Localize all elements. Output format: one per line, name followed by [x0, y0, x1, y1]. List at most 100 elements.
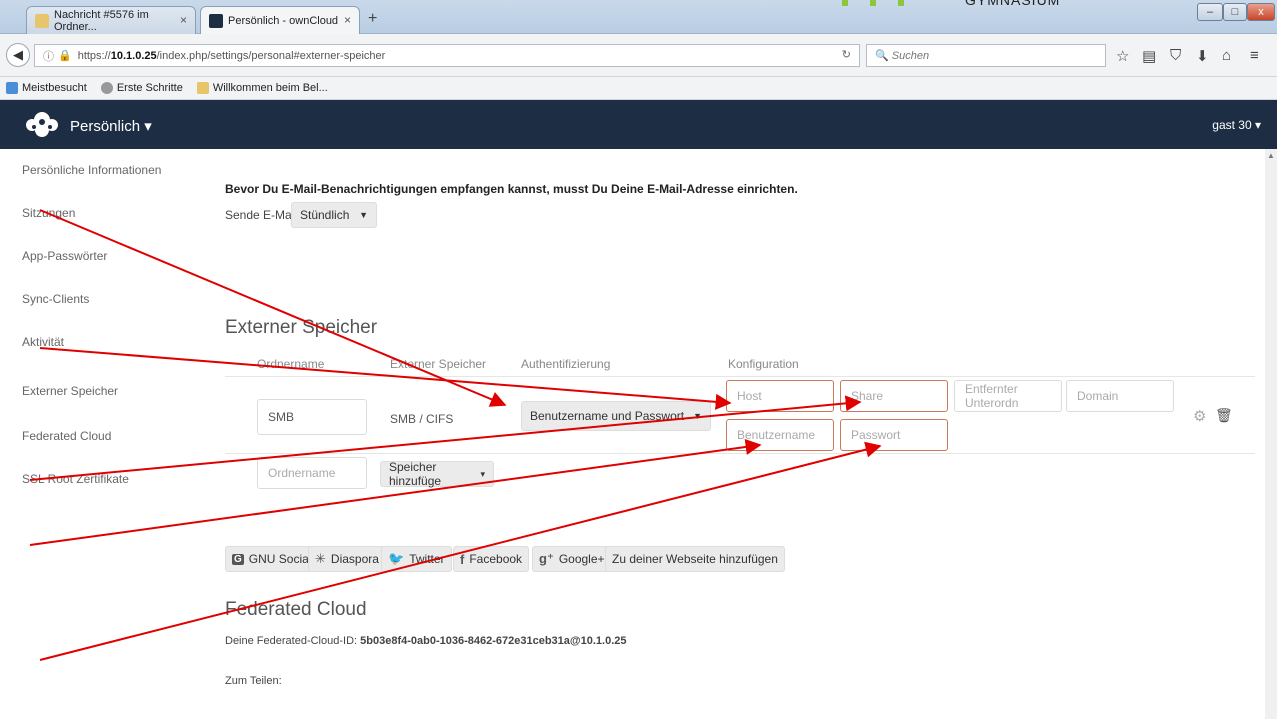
home-icon[interactable]: ⌂ — [1222, 47, 1231, 64]
table-divider — [225, 376, 1255, 377]
send-emails-select[interactable]: Stündlich ▼ — [291, 202, 377, 228]
sidebar-item-external-storage[interactable]: Externer Speicher — [22, 384, 118, 398]
sidebar-item-app-passwords[interactable]: App-Passwörter — [22, 249, 107, 263]
sidebar-item-sync-clients[interactable]: Sync-Clients — [22, 292, 89, 306]
maximize-button[interactable]: □ — [1223, 3, 1247, 21]
domain-input[interactable]: Domain — [1066, 380, 1174, 412]
dropdown-arrow-icon: ▾ — [480, 468, 485, 479]
storage-type-value: SMB / CIFS — [390, 412, 454, 426]
delete-trash-icon[interactable]: 🗑 — [1215, 407, 1233, 424]
sidebar-item-activity[interactable]: Aktivität — [22, 335, 64, 349]
gnu-social-icon: G — [232, 553, 244, 565]
reload-icon[interactable]: ↻ — [842, 48, 851, 61]
browser-tab-mail[interactable]: Nachricht #5576 im Ordner... × — [26, 6, 196, 34]
info-icon[interactable]: ⓘ — [43, 48, 54, 64]
menu-icon[interactable]: ≡ — [1250, 47, 1259, 64]
facebook-icon: f — [460, 551, 465, 567]
federated-id-label: Deine Federated-Cloud-ID: — [225, 635, 358, 647]
branding-text: GYMNASIUM — [965, 0, 1061, 8]
user-name: gast 30 — [1212, 118, 1252, 132]
twitter-icon: 🐦 — [388, 551, 405, 566]
tab-label: Nachricht #5576 im Ordner... — [54, 8, 149, 33]
table-divider — [225, 453, 1255, 454]
url-host: 10.1.0.25 — [110, 49, 157, 62]
bookmark-item[interactable]: Meistbesucht — [6, 82, 87, 94]
settings-gear-icon[interactable]: ⚙ — [1193, 407, 1206, 425]
password-input[interactable]: Passwort — [840, 419, 948, 451]
add-to-website-button[interactable]: Zu deiner Webseite hinzufügen — [605, 546, 785, 572]
settings-content: Bevor Du E-Mail-Benachrichtigungen empfa… — [203, 149, 1265, 719]
dropdown-arrow-icon: ▼ — [693, 411, 702, 421]
new-folder-name-input[interactable]: Ordnername — [257, 457, 367, 489]
user-menu-button[interactable]: gast 30 ▾ — [1212, 118, 1261, 132]
column-header-auth[interactable]: Authentifizierung — [521, 357, 610, 371]
username-input[interactable]: Benutzername — [726, 419, 834, 451]
share-label: Zum Teilen: — [225, 675, 282, 687]
column-header-storage[interactable]: Externer Speicher — [390, 357, 486, 371]
share-google-plus-button[interactable]: g⁺ Google+ — [532, 546, 612, 572]
bookmark-icon — [196, 82, 209, 94]
folder-name-input[interactable]: SMB — [257, 399, 367, 435]
reading-list-icon[interactable]: ▤ — [1142, 47, 1156, 65]
google-plus-icon: g⁺ — [539, 551, 554, 566]
page-scrollbar[interactable]: ▲ — [1265, 149, 1277, 719]
sidebar-item-personal-info[interactable]: Persönliche Informationen — [22, 163, 161, 177]
search-icon: 🔍 — [875, 50, 889, 62]
tab-label: Persönlich - ownCloud — [228, 14, 339, 27]
close-tab-icon[interactable]: × — [344, 13, 351, 27]
host-input[interactable]: Host — [726, 380, 834, 412]
diaspora-icon: ✳ — [315, 551, 326, 566]
share-gnu-social-button[interactable]: G GNU Social — [225, 546, 319, 572]
url-bar[interactable]: ⓘ 🔒 https:// 10.1.0.25 /index.php/settin… — [34, 44, 860, 67]
close-tab-icon[interactable]: × — [180, 13, 187, 27]
email-hint: Bevor Du E-Mail-Benachrichtigungen empfa… — [225, 182, 798, 196]
send-emails-value: Stündlich — [300, 208, 350, 222]
share-input[interactable]: Share — [840, 380, 948, 412]
star-icon[interactable]: ☆ — [1116, 47, 1129, 65]
bookmark-item[interactable]: Willkommen beim Bel... — [196, 82, 328, 94]
dropdown-arrow-icon: ▼ — [359, 210, 368, 220]
add-storage-label: Speicher hinzufüge — [389, 460, 442, 488]
url-prefix: https:// — [77, 49, 111, 62]
sidebar-item-sessions[interactable]: Sitzungen — [22, 206, 75, 220]
federated-id-value: 5b03e8f4-0ab0-1036-8462-672e31ceb31a@10.… — [360, 635, 627, 647]
share-diaspora-button[interactable]: ✳ Diaspora — [308, 546, 386, 572]
app-title: Persönlich — [70, 118, 141, 135]
column-header-config[interactable]: Konfiguration — [728, 357, 799, 371]
settings-sidebar: Persönliche Informationen Sitzungen App-… — [0, 149, 203, 719]
search-placeholder: Suchen — [891, 50, 930, 62]
sidebar-item-ssl-certificates[interactable]: SSL Root Zertifikate — [22, 472, 129, 486]
lock-icon: 🔒 — [58, 50, 72, 62]
add-storage-select[interactable]: Speicher hinzufüge ▾ — [380, 460, 494, 488]
remote-subfolder-input[interactable]: Entfernter Unterordn — [954, 380, 1062, 412]
url-path: /index.php/settings/personal#externer-sp… — [156, 49, 386, 62]
firefox-icon — [100, 82, 113, 94]
pocket-icon[interactable]: ⛉ — [1170, 47, 1181, 64]
sidebar-item-federated-cloud[interactable]: Federated Cloud — [22, 429, 111, 443]
back-button[interactable]: ◀ — [6, 43, 30, 67]
close-window-button[interactable]: x — [1247, 3, 1275, 21]
scroll-up-icon[interactable]: ▲ — [1267, 151, 1275, 160]
app-header: Persönlich ▾ gast 30 ▾ — [0, 100, 1277, 149]
browser-tab-owncloud[interactable]: Persönlich - ownCloud × — [200, 6, 360, 34]
app-menu-button[interactable]: Persönlich ▾ — [70, 117, 152, 135]
bookmarks-bar: Meistbesucht Erste Schritte Willkommen b… — [0, 77, 1277, 100]
external-storage-title: Externer Speicher — [225, 317, 378, 338]
federated-cloud-title: Federated Cloud — [225, 599, 367, 620]
search-input[interactable]: 🔍 Suchen — [866, 44, 1106, 67]
download-icon[interactable]: ⬇ — [1196, 47, 1209, 65]
share-facebook-button[interactable]: f Facebook — [453, 546, 530, 572]
share-twitter-button[interactable]: 🐦 Twitter — [381, 546, 452, 572]
minimize-button[interactable]: – — [1197, 3, 1223, 21]
mail-favicon-icon — [35, 13, 49, 28]
browser-tab-bar: Nachricht #5576 im Ordner... × Persönlic… — [0, 0, 1277, 34]
new-tab-button[interactable]: + — [368, 10, 377, 28]
owncloud-favicon-icon — [209, 13, 223, 28]
auth-select[interactable]: Benutzername und Passwort ▼ — [521, 401, 711, 431]
browser-nav-bar: ◀ ⓘ 🔒 https:// 10.1.0.25 /index.php/sett… — [0, 34, 1277, 77]
auth-value: Benutzername und Passwort — [530, 409, 685, 423]
bookmark-item[interactable]: Erste Schritte — [100, 82, 183, 94]
owncloud-logo-icon[interactable] — [22, 110, 62, 138]
column-header-folder[interactable]: Ordnername — [257, 357, 324, 371]
federated-id-line: Deine Federated-Cloud-ID: 5b03e8f4-0ab0-… — [225, 635, 627, 647]
